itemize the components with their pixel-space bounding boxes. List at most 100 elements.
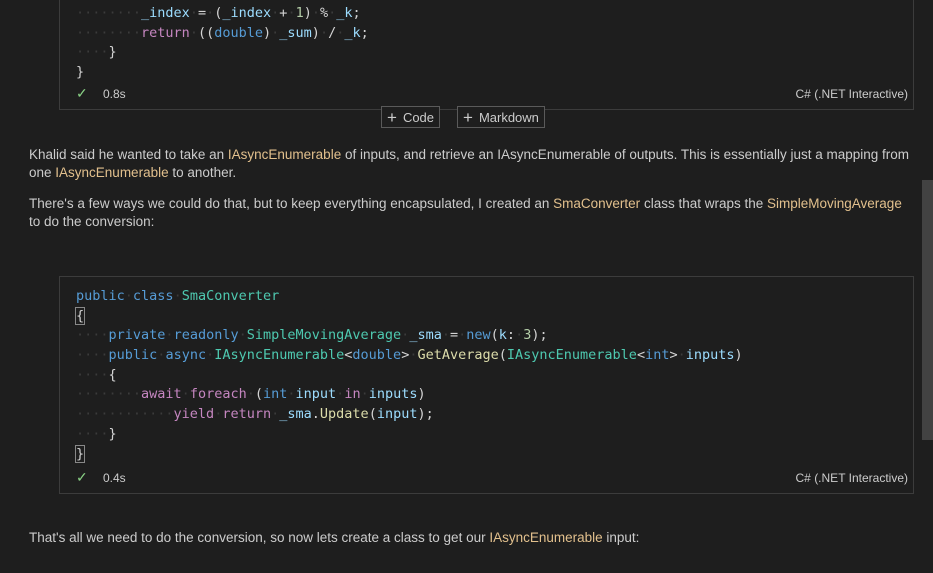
whitespace-marker: ········ <box>76 5 142 21</box>
code-line[interactable]: } <box>74 444 897 465</box>
vertical-scrollbar-thumb[interactable] <box>922 180 933 440</box>
add-code-label: Code <box>402 109 435 125</box>
code-token: ; <box>352 5 361 21</box>
code-token: IAsyncEnumerable <box>214 347 345 364</box>
inline-code: IAsyncEnumerable <box>227 147 342 162</box>
whitespace-marker: ········ <box>76 24 142 41</box>
kernel-picker[interactable]: C# (.NET Interactive) <box>796 471 908 485</box>
whitespace-marker: ···· <box>76 366 109 383</box>
whitespace-marker: · <box>287 386 296 403</box>
inline-code: SmaConverter <box>553 196 641 211</box>
code-token: ); <box>531 327 548 344</box>
inline-code: SimpleMovingAverage <box>767 196 902 211</box>
whitespace-marker: · <box>360 386 369 403</box>
code-token: await <box>141 386 182 403</box>
whitespace-marker: · <box>181 386 190 403</box>
code-line[interactable]: { <box>74 306 897 327</box>
code-line[interactable]: ············yield·return·_sma.Update(inp… <box>76 405 897 425</box>
code-token: public <box>76 288 125 304</box>
code-token: input <box>376 406 418 423</box>
code-token: public <box>108 347 158 364</box>
code-token: % <box>320 5 329 21</box>
add-markdown-label: Markdown <box>478 109 539 125</box>
code-token: foreach <box>189 386 247 403</box>
code-editor[interactable]: ········_index·=·(_index·+·1)·%·_k; ·····… <box>76 4 897 83</box>
whitespace-marker: · <box>311 5 320 21</box>
code-token: = <box>197 5 207 21</box>
code-line[interactable]: ········await·foreach·(int·input·in·inpu… <box>76 385 897 405</box>
whitespace-marker: · <box>189 5 198 21</box>
text-run: Khalid said he wanted to take an <box>29 147 228 162</box>
code-token: = <box>449 327 459 344</box>
text-run: That's all we need to do the conversion,… <box>29 530 490 545</box>
text-run: There's a few ways we could do that, but… <box>29 196 554 211</box>
whitespace-marker: · <box>677 347 686 364</box>
code-line[interactable]: ········_index·=·(_index·+·1)·%·_k; <box>76 4 897 24</box>
code-line[interactable]: ····} <box>76 425 897 445</box>
whitespace-marker: · <box>189 24 198 41</box>
code-line[interactable]: ····public·async·IAsyncEnumerable<double… <box>76 346 897 366</box>
text-run: input: <box>602 530 640 545</box>
whitespace-marker: · <box>441 327 450 344</box>
plus-icon: + <box>387 107 397 127</box>
whitespace-marker: · <box>287 5 296 21</box>
code-token: k <box>498 327 507 344</box>
code-cell-sma-converter[interactable]: public·class·SmaConverter{····private·re… <box>59 276 914 494</box>
code-token: ) <box>734 347 743 364</box>
code-cell-sma[interactable]: ········_index·=·(_index·+·1)·%·_k; ·····… <box>59 0 914 110</box>
code-token: int <box>645 347 670 364</box>
text-run: class that wraps the <box>640 196 767 211</box>
code-line[interactable]: ········return·((double)·_sum)·/·_k; <box>76 24 897 44</box>
whitespace-marker: · <box>206 347 215 364</box>
code-token: inputs <box>685 347 735 364</box>
whitespace-marker: · <box>238 327 247 344</box>
code-token: ( <box>368 406 377 423</box>
whitespace-marker: ········ <box>76 386 142 403</box>
whitespace-marker: · <box>515 327 524 344</box>
code-token: readonly <box>173 327 239 344</box>
code-token: ) <box>303 5 312 21</box>
code-line[interactable]: } <box>76 63 897 83</box>
code-token: ) <box>311 24 320 41</box>
add-markdown-cell-button[interactable]: + Markdown <box>457 106 545 128</box>
add-code-cell-button[interactable]: + Code <box>381 106 440 128</box>
code-token: _index <box>141 5 190 21</box>
code-token: new <box>466 327 491 344</box>
code-token: (( <box>197 24 215 41</box>
code-token: ) <box>263 24 272 41</box>
code-line[interactable]: public·class·SmaConverter <box>76 287 897 307</box>
code-token: return <box>141 24 190 41</box>
whitespace-marker: ············ <box>76 406 174 423</box>
execution-time: 0.4s <box>103 471 126 485</box>
whitespace-marker: · <box>124 288 133 304</box>
code-token: IAsyncEnumerable <box>506 347 637 364</box>
code-token: } <box>108 44 117 61</box>
code-token: ; <box>360 24 369 41</box>
inline-code: IAsyncEnumerable <box>489 530 603 545</box>
whitespace-marker: · <box>206 5 215 21</box>
code-token: _k <box>336 5 353 21</box>
code-line[interactable]: ····{ <box>76 366 897 386</box>
code-token: _sma <box>279 406 312 423</box>
whitespace-marker: ···· <box>76 425 109 442</box>
code-token: { <box>108 366 117 383</box>
kernel-picker[interactable]: C# (.NET Interactive) <box>796 87 908 101</box>
whitespace-marker: · <box>246 386 255 403</box>
code-token: SimpleMovingAverage <box>246 327 402 344</box>
code-line[interactable]: ····} <box>76 43 897 63</box>
markdown-paragraph: That's all we need to do the conversion,… <box>29 529 909 547</box>
code-token: double <box>214 24 263 41</box>
cell-status-bar: ✓ 0.4s C# (.NET Interactive) <box>76 469 908 487</box>
success-check-icon: ✓ <box>76 469 88 485</box>
code-token: inputs <box>368 386 418 403</box>
code-token: < <box>636 347 646 364</box>
inline-code: IAsyncEnumerable <box>55 165 169 180</box>
success-check-icon: ✓ <box>76 85 88 101</box>
code-token: in <box>344 386 361 403</box>
text-run: to do the conversion: <box>29 214 155 229</box>
code-editor[interactable]: public·class·SmaConverter{····private·re… <box>74 287 897 465</box>
code-token: Update <box>319 406 369 423</box>
code-line[interactable]: ····private·readonly·SimpleMovingAverage… <box>76 326 897 346</box>
code-token: { <box>74 306 86 325</box>
code-token: SmaConverter <box>181 288 280 304</box>
